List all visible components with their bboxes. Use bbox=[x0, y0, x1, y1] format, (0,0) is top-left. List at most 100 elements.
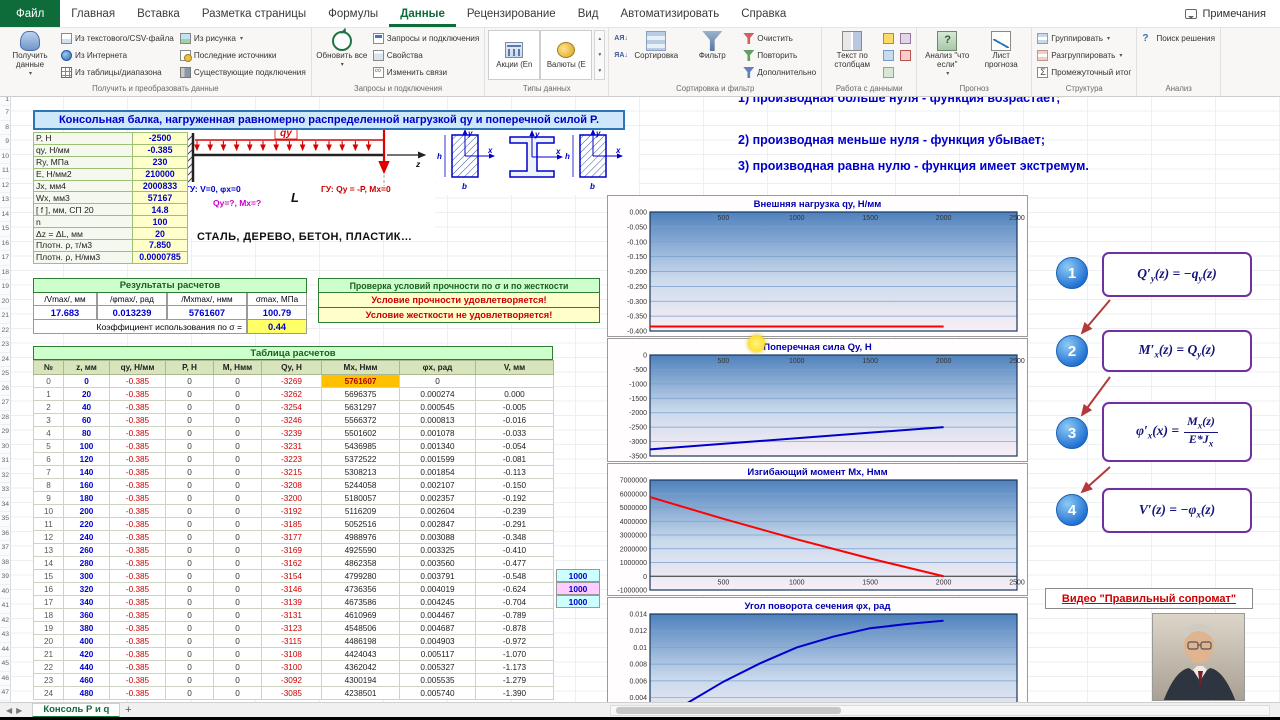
ribbon-button-data-validation-icon[interactable] bbox=[881, 64, 896, 81]
parameter-value[interactable]: 210000 bbox=[133, 168, 188, 180]
calc-col-header[interactable]: φx, рад bbox=[400, 361, 476, 375]
cell[interactable]: 0 bbox=[166, 661, 214, 674]
sheet-tab[interactable]: Консоль Р и q bbox=[32, 703, 120, 718]
row-header[interactable]: 18 bbox=[0, 266, 10, 281]
parameter-value[interactable]: -0.385 bbox=[133, 144, 188, 156]
cell[interactable]: 13 bbox=[34, 544, 64, 557]
parameter-value[interactable]: 2000833 bbox=[133, 180, 188, 192]
ribbon-button-промежуточный-итог[interactable]: Промежуточный итог bbox=[1035, 64, 1133, 81]
ribbon-button-из-рисунка[interactable]: Из рисунка▾ bbox=[178, 30, 308, 47]
cell[interactable]: -3169 bbox=[262, 544, 322, 557]
row-header[interactable]: 22 bbox=[0, 324, 10, 339]
ribbon-button-remove-duplicates-icon[interactable] bbox=[881, 47, 896, 64]
row-header[interactable]: 31 bbox=[0, 454, 10, 469]
video-link[interactable]: Видео "Правильный сопромат" bbox=[1062, 593, 1236, 605]
row-header[interactable]: 10 bbox=[0, 150, 10, 165]
cell[interactable]: -0.033 bbox=[476, 427, 554, 440]
cell[interactable]: -0.385 bbox=[110, 687, 166, 700]
cell[interactable]: 0.001078 bbox=[400, 427, 476, 440]
cell[interactable]: 0 bbox=[214, 479, 262, 492]
cell[interactable]: 0 bbox=[214, 544, 262, 557]
parameter-label[interactable]: n bbox=[34, 216, 133, 228]
cell[interactable]: 0 bbox=[214, 635, 262, 648]
cell[interactable]: -0.150 bbox=[476, 479, 554, 492]
cell[interactable]: -3139 bbox=[262, 596, 322, 609]
cell[interactable]: 4862358 bbox=[322, 557, 400, 570]
cell[interactable]: -0.972 bbox=[476, 635, 554, 648]
cell[interactable]: 180 bbox=[64, 492, 110, 505]
cell[interactable]: -0.385 bbox=[110, 596, 166, 609]
cell[interactable]: -3100 bbox=[262, 661, 322, 674]
cell[interactable]: 5631297 bbox=[322, 401, 400, 414]
ribbon-button-лист-прогноза[interactable]: Лист прогноза bbox=[974, 30, 1028, 78]
cell[interactable]: -0.291 bbox=[476, 518, 554, 531]
row-headers[interactable]: 1789101112131415161718192021222324252627… bbox=[0, 97, 11, 702]
cell[interactable]: -0.385 bbox=[110, 557, 166, 570]
ribbon-button-очистить[interactable]: Очистить bbox=[741, 30, 818, 47]
ribbon-button-сортировка[interactable]: Сортировка bbox=[629, 30, 683, 62]
cell[interactable]: 440 bbox=[64, 661, 110, 674]
ribbon-button-изменить-связи[interactable]: Изменить связи bbox=[371, 64, 482, 81]
row-header[interactable]: 14 bbox=[0, 208, 10, 223]
row-header[interactable]: 41 bbox=[0, 599, 10, 614]
cell[interactable]: -3215 bbox=[262, 466, 322, 479]
cell[interactable]: 0 bbox=[166, 583, 214, 596]
cell[interactable]: 0 bbox=[214, 557, 262, 570]
cell[interactable]: -3185 bbox=[262, 518, 322, 531]
ribbon-button-relationships-icon[interactable] bbox=[898, 47, 913, 64]
strength-check-result[interactable]: Условие прочности удовлетворяется! bbox=[318, 293, 600, 308]
cell[interactable]: 15 bbox=[34, 570, 64, 583]
cell[interactable]: 5696375 bbox=[322, 388, 400, 401]
parameter-value[interactable]: 20 bbox=[133, 228, 188, 240]
cell[interactable]: 0.004687 bbox=[400, 622, 476, 635]
cell[interactable]: 4424043 bbox=[322, 648, 400, 661]
scrollbar-thumb[interactable] bbox=[616, 707, 841, 714]
results-value[interactable]: 17.683 bbox=[33, 306, 97, 320]
cell[interactable]: 5180057 bbox=[322, 492, 400, 505]
cell[interactable]: -0.016 bbox=[476, 414, 554, 427]
cell[interactable]: 0 bbox=[214, 622, 262, 635]
cell[interactable]: 5052516 bbox=[322, 518, 400, 531]
ribbon-button-последние-источники[interactable]: Последние источники bbox=[178, 47, 308, 64]
row-header[interactable]: 27 bbox=[0, 396, 10, 411]
cell[interactable]: -0.385 bbox=[110, 440, 166, 453]
cell[interactable]: 0 bbox=[400, 375, 476, 388]
cell[interactable]: 4362042 bbox=[322, 661, 400, 674]
cell[interactable]: 0 bbox=[214, 648, 262, 661]
cell[interactable]: 0 bbox=[214, 505, 262, 518]
cell[interactable]: 0.000274 bbox=[400, 388, 476, 401]
cell[interactable]: 11 bbox=[34, 518, 64, 531]
ribbon-tab-разметка-страницы[interactable]: Разметка страницы bbox=[191, 0, 317, 27]
row-header[interactable]: 29 bbox=[0, 425, 10, 440]
cell[interactable]: 4238501 bbox=[322, 687, 400, 700]
cell[interactable]: 140 bbox=[64, 466, 110, 479]
row-header[interactable]: 44 bbox=[0, 643, 10, 658]
results-col-header[interactable]: /φmax/, рад bbox=[97, 293, 167, 306]
cell[interactable]: -0.385 bbox=[110, 544, 166, 557]
cell[interactable]: 0 bbox=[214, 414, 262, 427]
cell[interactable]: 5116209 bbox=[322, 505, 400, 518]
cell[interactable]: 0.000 bbox=[476, 388, 554, 401]
ribbon-button-consolidate-icon[interactable] bbox=[898, 30, 913, 47]
cell[interactable]: 0 bbox=[166, 466, 214, 479]
cell[interactable]: 7 bbox=[34, 466, 64, 479]
results-col-header[interactable]: /Vmax/, мм bbox=[33, 293, 97, 306]
cell[interactable]: -0.385 bbox=[110, 635, 166, 648]
row-header[interactable]: 13 bbox=[0, 193, 10, 208]
cell[interactable]: 420 bbox=[64, 648, 110, 661]
cell[interactable]: -0.385 bbox=[110, 401, 166, 414]
cell[interactable]: 0.001854 bbox=[400, 466, 476, 479]
cell[interactable]: -3269 bbox=[262, 375, 322, 388]
cell[interactable]: 0 bbox=[166, 635, 214, 648]
row-header[interactable]: 35 bbox=[0, 512, 10, 527]
side-value-cell[interactable]: 1000 bbox=[556, 569, 600, 582]
ribbon-button-акции-en[interactable]: Акции (En bbox=[488, 30, 540, 80]
cell[interactable]: -0.385 bbox=[110, 479, 166, 492]
cell[interactable]: -0.385 bbox=[110, 505, 166, 518]
ribbon-tab-вставка[interactable]: Вставка bbox=[126, 0, 191, 27]
cell[interactable]: 14 bbox=[34, 557, 64, 570]
parameter-value[interactable]: 14.8 bbox=[133, 204, 188, 216]
cell[interactable]: -1.279 bbox=[476, 674, 554, 687]
parameter-label[interactable]: P, Н bbox=[34, 133, 133, 145]
cell[interactable]: -1.070 bbox=[476, 648, 554, 661]
